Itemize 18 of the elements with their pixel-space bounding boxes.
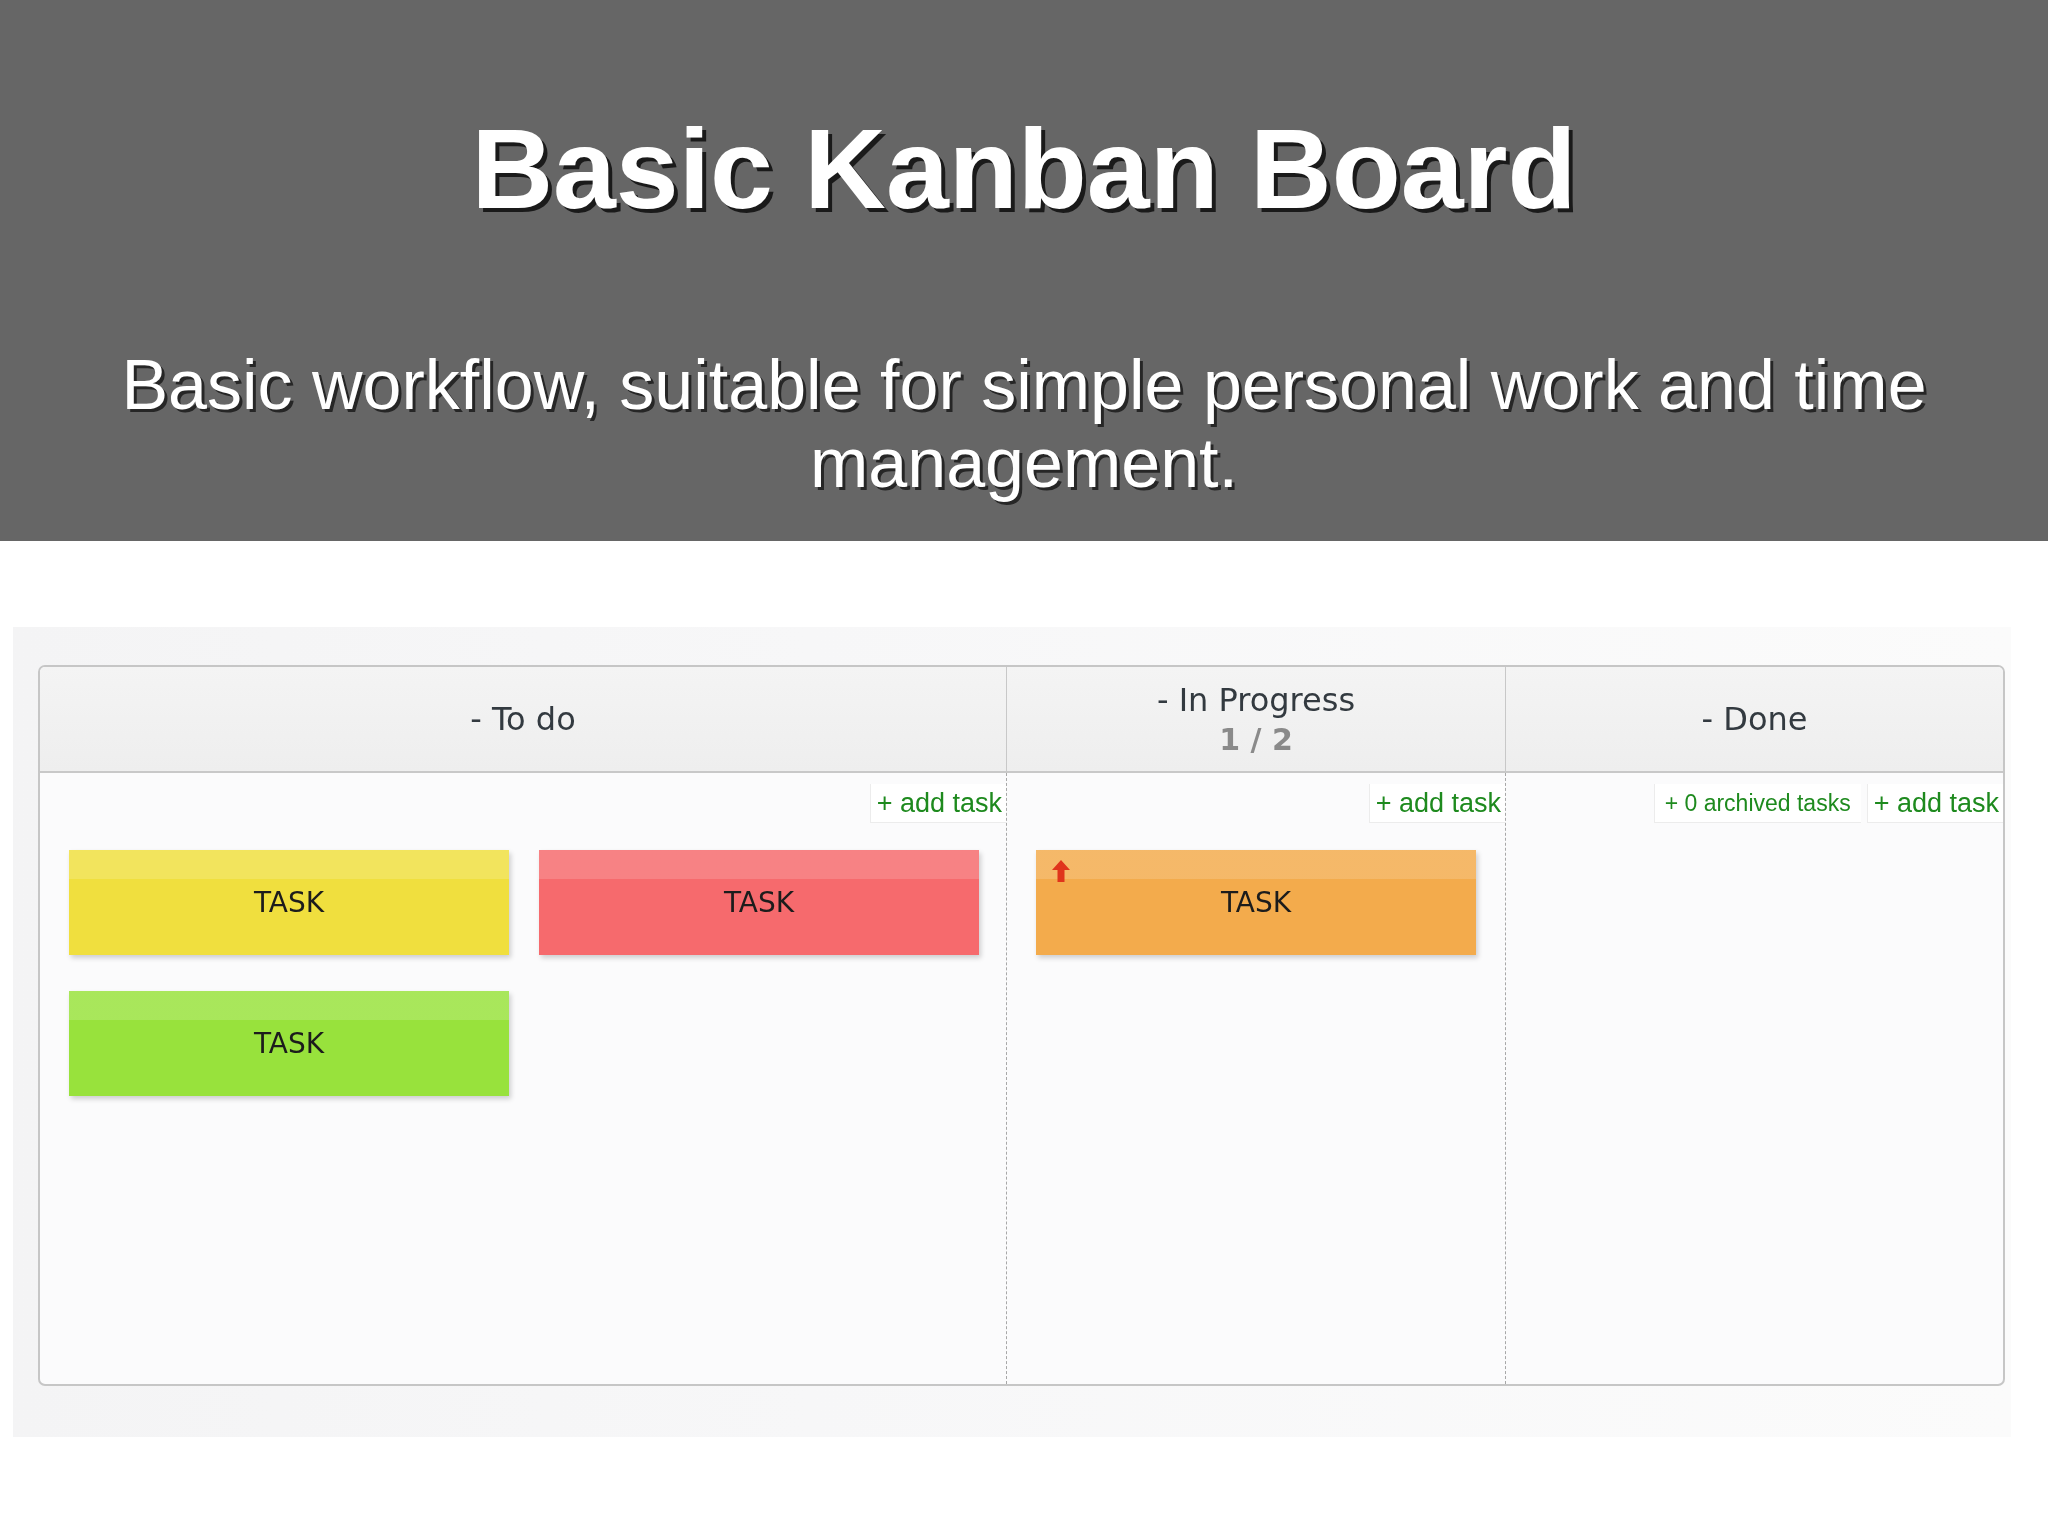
task-label: TASK <box>253 1025 325 1062</box>
column-title: - Done <box>1701 699 1808 739</box>
column-title: - To do <box>470 699 576 739</box>
task-label: TASK <box>723 884 795 921</box>
slide-title: Basic Kanban Board <box>471 105 1577 234</box>
archived-tasks-link[interactable]: + 0 archived tasks <box>1653 784 1861 823</box>
wip-count: 1 / 2 <box>1219 720 1293 759</box>
add-task-link[interactable]: + add task <box>869 784 1006 823</box>
task-card[interactable]: TASK <box>1036 850 1476 955</box>
task-card[interactable]: TASK <box>539 850 979 955</box>
slide-subtitle: Basic workflow, suitable for simple personal work and time management. <box>120 345 1928 502</box>
add-task-link[interactable]: + add task <box>1866 784 2003 823</box>
task-card[interactable]: TASK <box>69 991 509 1096</box>
task-label: TASK <box>253 884 325 921</box>
task-card[interactable]: TASK <box>69 850 509 955</box>
add-task-link[interactable]: + add task <box>1368 784 1505 823</box>
task-label: TASK <box>1220 884 1292 921</box>
column-title: - In Progress <box>1156 679 1356 720</box>
